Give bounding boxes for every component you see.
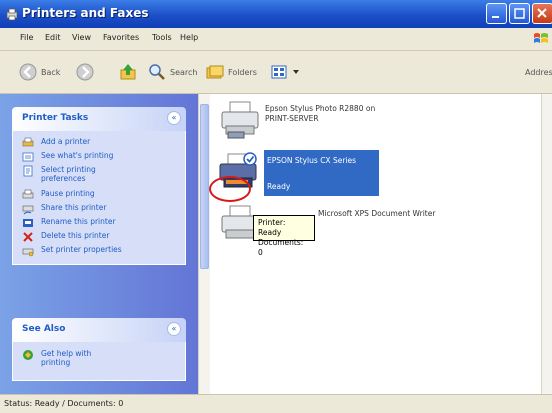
minimize-button[interactable]	[486, 3, 507, 24]
collapse-chevron-icon[interactable]: «	[167, 322, 181, 336]
help-icon	[23, 350, 33, 360]
printer-status: PRINT-SERVER	[265, 114, 319, 123]
maximize-icon	[514, 8, 525, 19]
folders-label: Folders	[228, 67, 257, 77]
preferences-icon	[23, 165, 33, 177]
task-preferences[interactable]: Select printing preferences	[13, 164, 185, 188]
up-folder-icon	[120, 64, 136, 80]
printer-status: Ready	[267, 182, 291, 191]
minimize-icon	[492, 16, 499, 18]
views-button[interactable]	[270, 61, 299, 83]
task-label: Rename this printer	[41, 217, 116, 226]
menu-edit[interactable]: Edit	[45, 33, 61, 42]
status-bar: Status: Ready / Documents: 0	[0, 394, 552, 413]
task-printer-properties[interactable]: Set printer properties	[13, 244, 185, 258]
task-pane-scrollbar[interactable]	[198, 94, 210, 394]
search-label: Search	[170, 67, 198, 77]
menu-help[interactable]: Help	[180, 33, 198, 42]
printer-name[interactable]: EPSON Stylus CX Series	[267, 156, 356, 166]
menu-favorites[interactable]: Favorites	[103, 33, 139, 42]
content-scrollbar[interactable]	[541, 94, 552, 394]
status-text: Status: Ready / Documents: 0	[4, 399, 124, 408]
task-see-printing[interactable]: See what's printing	[13, 150, 185, 164]
menu-view[interactable]: View	[72, 33, 91, 42]
task-label: See what's printing	[41, 151, 114, 160]
menu-bar: File Edit View Favorites Tools Help	[0, 28, 552, 51]
tooltip-line: Printer: Ready	[258, 218, 286, 237]
scroll-thumb[interactable]	[200, 104, 209, 269]
up-folder-button[interactable]	[118, 61, 138, 83]
delete-icon	[23, 232, 33, 242]
rename-printer-icon	[23, 219, 33, 227]
search-button[interactable]: Search	[147, 61, 197, 83]
task-label: Add a printer	[41, 137, 91, 146]
task-pause-printing[interactable]: Pause printing	[13, 188, 185, 202]
chevron-down-icon	[293, 70, 299, 74]
folders-icon	[206, 65, 224, 79]
see-also-panel: See Also « Get help with printing	[12, 318, 186, 381]
back-arrow-icon	[19, 63, 37, 81]
printer-folder-icon	[6, 8, 18, 21]
printer-tasks-panel: Printer Tasks « Add a printer See what's…	[12, 107, 186, 265]
task-label: Delete this printer	[41, 231, 110, 240]
collapse-chevron-icon[interactable]: «	[167, 111, 181, 125]
close-button[interactable]	[532, 3, 552, 24]
task-label: Pause printing	[41, 189, 95, 198]
selected-printer-highlight[interactable]: EPSON Stylus CX Series Ready	[264, 150, 379, 196]
task-label: Select printing preferences	[41, 165, 96, 183]
properties-icon	[22, 248, 34, 257]
task-get-help[interactable]: Get help with printing	[13, 348, 185, 370]
see-also-title: See Also	[22, 324, 66, 334]
see-also-header[interactable]: See Also «	[12, 318, 186, 342]
close-icon	[537, 8, 547, 18]
task-label: Share this printer	[41, 203, 107, 212]
printer-tasks-title: Printer Tasks	[22, 113, 89, 123]
forward-arrow-icon	[76, 63, 94, 81]
printer-name[interactable]: Epson Stylus Photo R2880 on	[265, 104, 375, 114]
task-rename-printer[interactable]: Rename this printer	[13, 216, 185, 230]
pause-printer-icon	[22, 189, 34, 199]
toolbar: Back Search Folders Address	[0, 51, 552, 94]
back-label: Back	[41, 67, 61, 77]
menu-file[interactable]: File	[20, 33, 33, 42]
views-icon	[271, 65, 287, 79]
printer-tasks-header[interactable]: Printer Tasks «	[12, 107, 186, 131]
address-label: Address	[525, 67, 552, 77]
explorer-window: Printers and Faxes File Edit View Favori…	[0, 0, 552, 413]
maximize-button[interactable]	[509, 3, 530, 24]
folders-button[interactable]: Folders	[205, 61, 257, 83]
task-share-printer[interactable]: Share this printer	[13, 202, 185, 216]
title-bar[interactable]: Printers and Faxes	[0, 0, 552, 28]
task-pane: Printer Tasks « Add a printer See what's…	[0, 94, 198, 394]
network-printer-icon[interactable]	[218, 100, 262, 140]
print-queue-icon	[22, 152, 34, 162]
forward-button[interactable]	[75, 61, 95, 83]
task-add-printer[interactable]: Add a printer	[13, 136, 185, 150]
task-label: Set printer properties	[41, 245, 122, 254]
see-also-body: Get help with printing	[12, 342, 186, 381]
windows-logo-icon	[534, 33, 548, 43]
annotation-circle	[209, 176, 251, 202]
task-label: Get help with printing	[41, 349, 92, 367]
printer-tooltip: Printer: Ready Documents: 0	[253, 215, 315, 257]
printer-tasks-body: Add a printer See what's printing Select…	[12, 131, 186, 265]
search-icon	[149, 64, 165, 80]
menu-tools[interactable]: Tools	[152, 33, 172, 42]
task-delete-printer[interactable]: Delete this printer	[13, 230, 185, 244]
share-printer-icon	[22, 205, 34, 215]
window-title: Printers and Faxes	[22, 6, 149, 20]
add-printer-icon	[22, 137, 34, 147]
tooltip-line: Documents: 0	[258, 238, 304, 257]
back-button[interactable]: Back	[18, 61, 60, 83]
printer-name[interactable]: Microsoft XPS Document Writer	[318, 209, 435, 219]
